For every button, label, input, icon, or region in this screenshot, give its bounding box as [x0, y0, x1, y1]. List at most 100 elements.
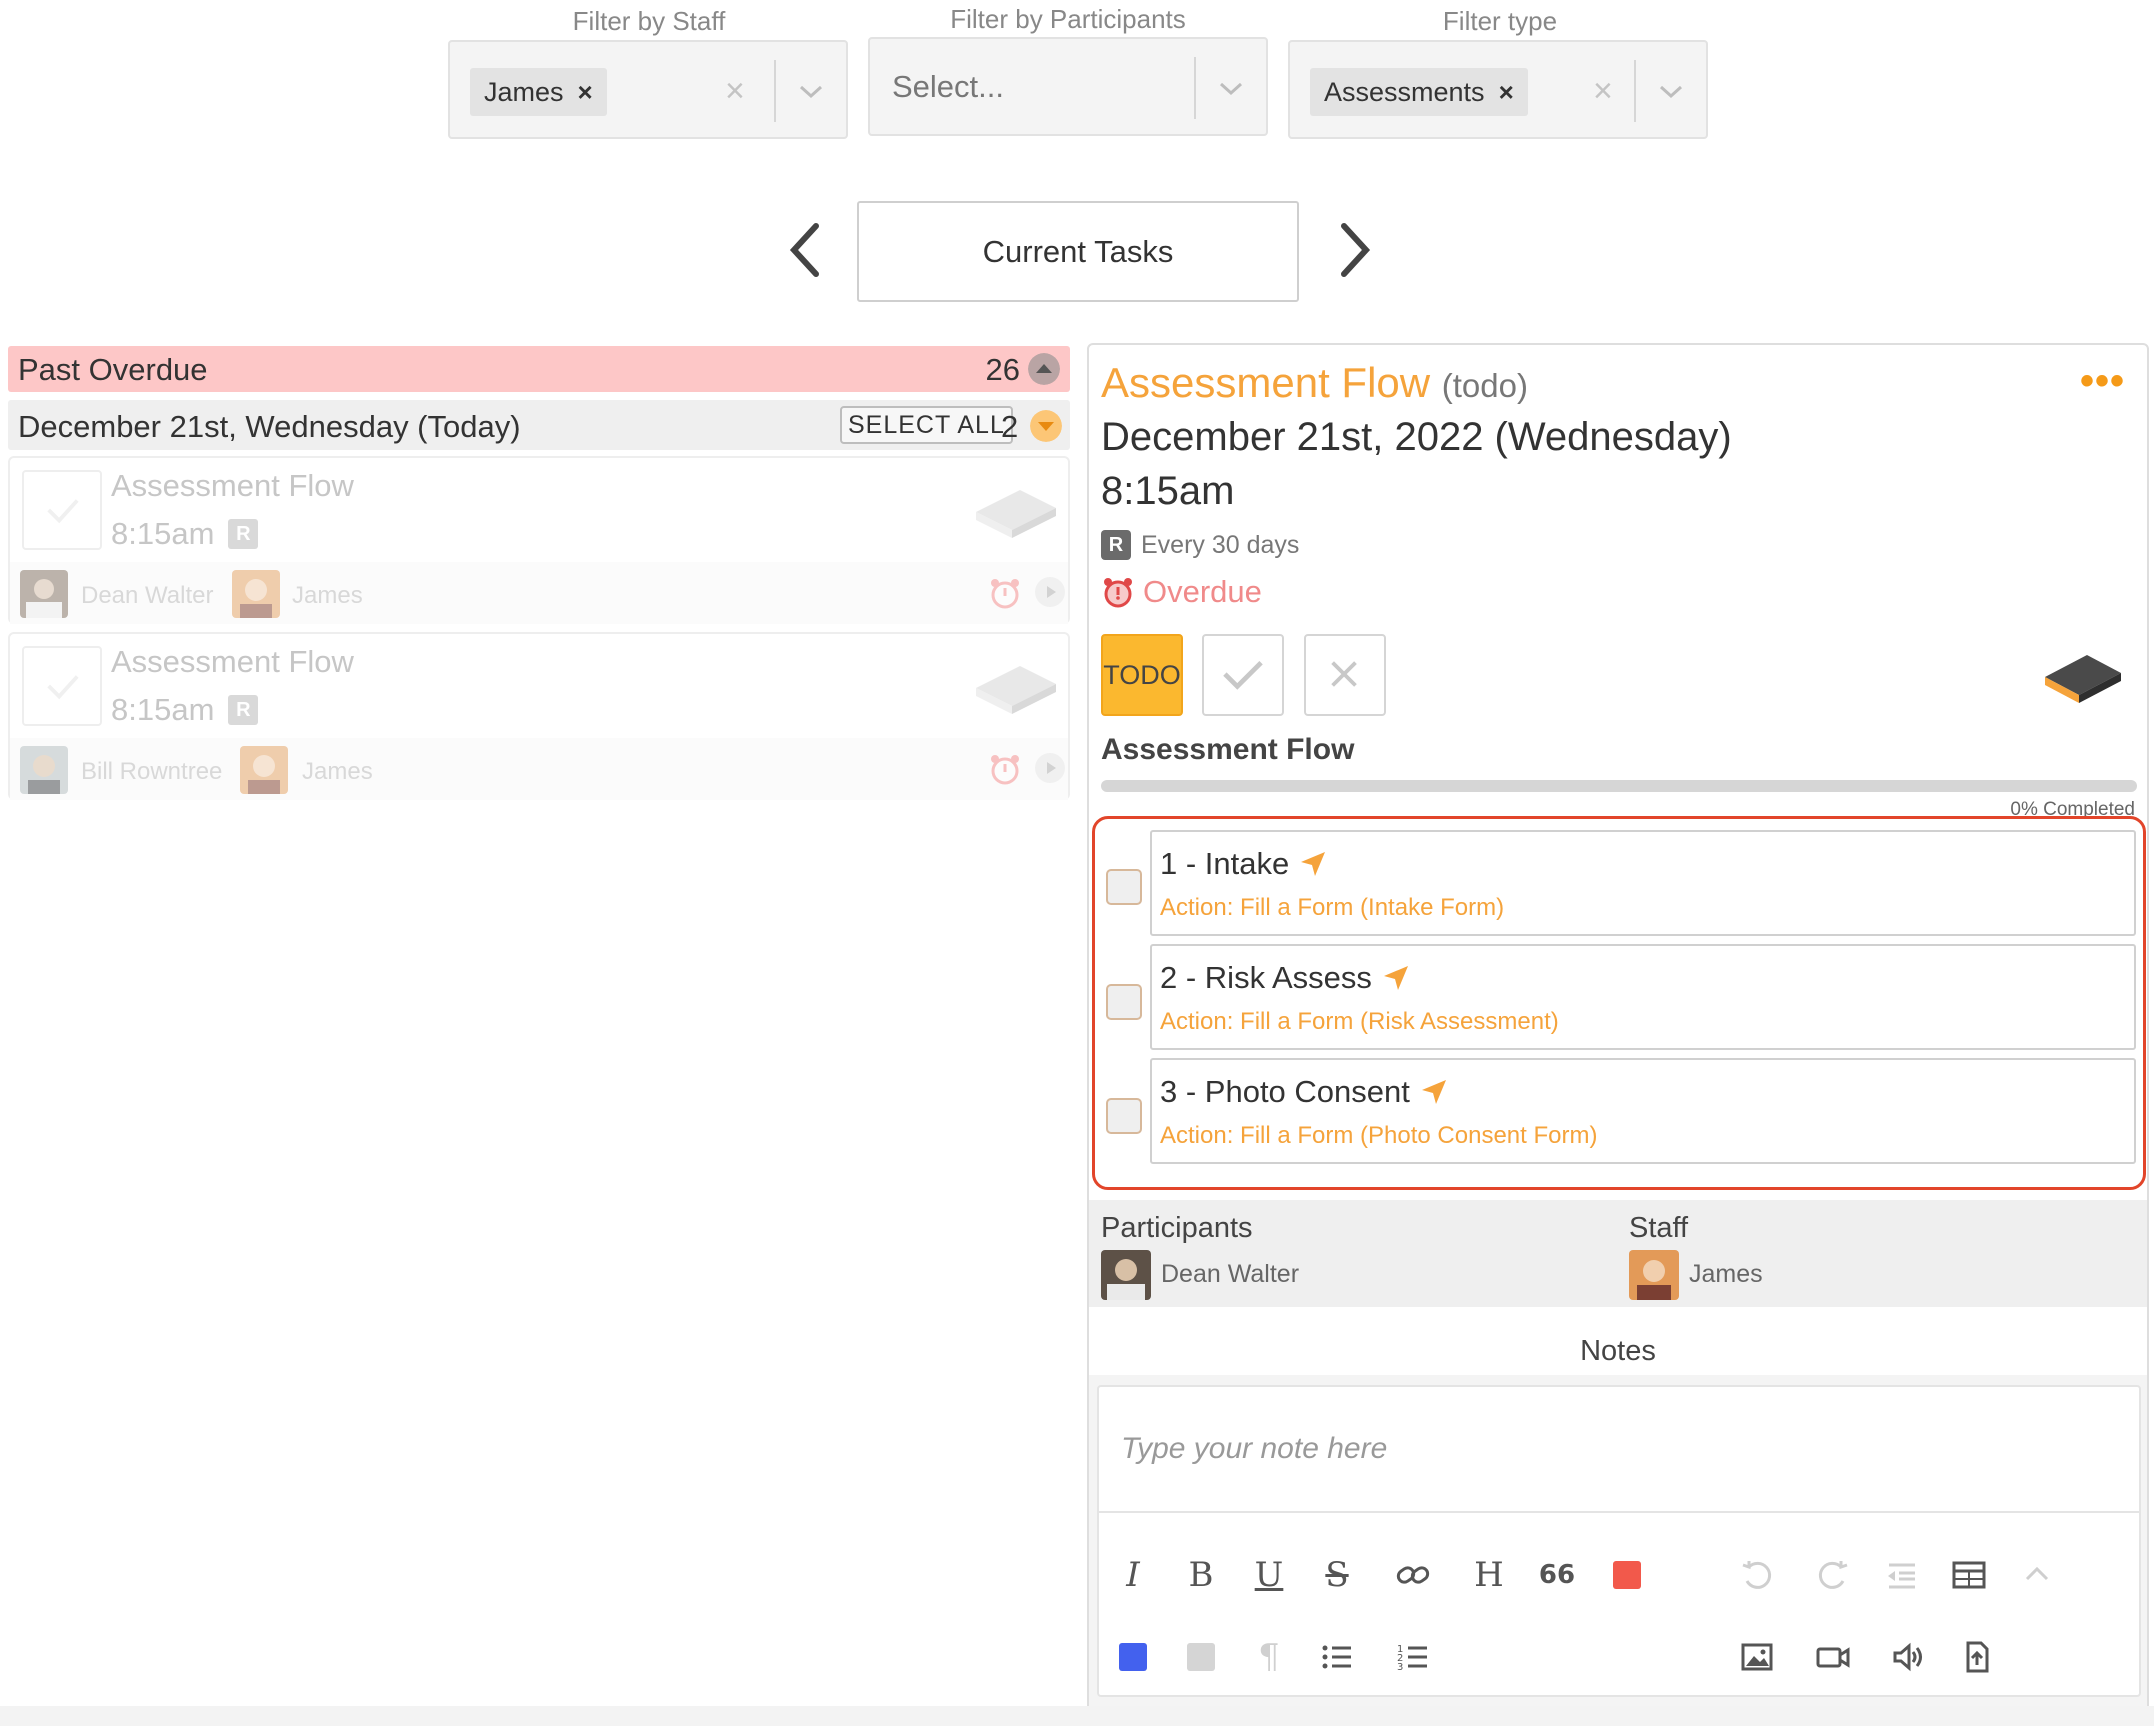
italic-icon[interactable]: I — [1109, 1551, 1157, 1599]
step-checkbox[interactable] — [1106, 1098, 1142, 1134]
staff-filter-label: Filter by Staff — [572, 6, 726, 36]
staff-filter[interactable]: James × × — [448, 40, 848, 139]
bold-icon[interactable]: B — [1177, 1551, 1225, 1599]
task-title: Assessment Flow — [111, 644, 354, 679]
type-clear-icon[interactable]: × — [1593, 72, 1613, 111]
stack-icon — [976, 666, 1056, 714]
current-tasks-button[interactable]: Current Tasks — [857, 201, 1299, 302]
task-check-box[interactable] — [22, 646, 102, 726]
repeat-badge: R — [1101, 530, 1131, 560]
avatar — [20, 746, 68, 794]
audio-icon[interactable] — [1885, 1633, 1933, 1681]
heading-icon[interactable]: H — [1465, 1551, 1513, 1599]
numbered-list-icon[interactable]: 123 — [1389, 1633, 1437, 1681]
navigation-arrow-icon — [1301, 852, 1326, 876]
task-time: 8:15am — [111, 516, 215, 551]
cancel-button[interactable] — [1304, 634, 1386, 716]
next-arrow-icon[interactable] — [1334, 220, 1374, 280]
paragraph-icon[interactable]: ¶ — [1245, 1633, 1293, 1681]
expand-down-icon[interactable] — [1030, 410, 1062, 442]
task-staff-name: James — [302, 758, 373, 785]
task-card[interactable]: Assessment Flow 8:15am R Dean Walter Jam… — [8, 456, 1070, 624]
table-icon[interactable] — [1945, 1551, 1993, 1599]
select-all-button[interactable]: SELECT ALL — [840, 406, 1013, 444]
past-overdue-header[interactable]: Past Overdue 26 — [8, 346, 1070, 392]
step-checkbox[interactable] — [1106, 869, 1142, 905]
text-color-gray-swatch[interactable] — [1177, 1633, 1225, 1681]
link-icon[interactable] — [1389, 1551, 1437, 1599]
upload-file-icon[interactable] — [1953, 1633, 2001, 1681]
play-icon[interactable] — [1034, 752, 1066, 784]
text-color-red-swatch[interactable] — [1603, 1551, 1651, 1599]
staff-heading: Staff — [1629, 1212, 1689, 1244]
bullet-list-icon[interactable] — [1313, 1633, 1361, 1681]
task-time: 8:15am — [111, 692, 215, 727]
navigation-arrow-icon — [1383, 966, 1408, 990]
task-staff-name: James — [292, 582, 363, 609]
overdue-row: Overdue — [1101, 574, 1262, 610]
step-action: Action: Fill a Form (Risk Assessment) — [1160, 1008, 1559, 1035]
flow-title: Assessment Flow — [1101, 733, 1355, 766]
type-chip-label: Assessments — [1324, 77, 1485, 107]
strikethrough-icon[interactable]: S — [1313, 1551, 1361, 1599]
play-icon[interactable] — [1034, 576, 1066, 608]
repeat-text: Every 30 days — [1141, 530, 1300, 559]
check-icon — [1223, 660, 1263, 690]
underline-icon[interactable]: U — [1245, 1551, 1293, 1599]
note-input[interactable] — [1099, 1387, 2139, 1513]
staff-chip-label: James — [484, 77, 564, 107]
staff-separator — [774, 60, 776, 122]
type-filter[interactable]: Assessments × × — [1288, 40, 1708, 139]
avatar — [240, 746, 288, 794]
video-icon[interactable] — [1809, 1633, 1857, 1681]
staff-chip[interactable]: James × — [470, 68, 607, 116]
todo-button[interactable]: TODO — [1101, 634, 1183, 716]
outdent-icon[interactable] — [1877, 1551, 1925, 1599]
staff-clear-icon[interactable]: × — [725, 72, 745, 111]
alarm-clock-icon — [991, 579, 1019, 609]
notes-heading: Notes — [1580, 1335, 1656, 1367]
staff-chip-remove-icon[interactable]: × — [578, 68, 593, 116]
repeat-badge: R — [228, 519, 259, 549]
quote-icon[interactable]: 66 — [1533, 1551, 1581, 1599]
notes-area: I B U S H 66 — [1089, 1375, 2147, 1726]
task-participant-name: Bill Rowntree — [81, 758, 223, 785]
type-filter-label: Filter type — [1442, 6, 1558, 36]
type-chip[interactable]: Assessments × — [1310, 68, 1528, 116]
check-icon — [47, 499, 79, 524]
task-participant-name: Dean Walter — [81, 582, 214, 609]
image-icon[interactable] — [1733, 1633, 1781, 1681]
type-chip-remove-icon[interactable]: × — [1499, 68, 1514, 116]
past-overdue-title: Past Overdue — [18, 352, 208, 387]
collapse-toolbar-icon[interactable] — [2013, 1551, 2061, 1599]
redo-icon[interactable] — [1809, 1551, 1857, 1599]
participants-chevron-down-icon[interactable] — [1216, 73, 1246, 103]
task-card[interactable]: Assessment Flow 8:15am R Bill Rowntree J… — [8, 632, 1070, 800]
staff-chevron-down-icon[interactable] — [796, 76, 826, 106]
past-overdue-count: 26 — [985, 352, 1020, 387]
complete-button[interactable] — [1202, 634, 1284, 716]
today-count: 2 — [1001, 409, 1019, 444]
prev-arrow-icon[interactable] — [786, 220, 826, 280]
step-checkbox[interactable] — [1106, 984, 1142, 1020]
people-section: Participants Dean Walter Staff James — [1089, 1200, 2147, 1307]
text-color-blue-swatch[interactable] — [1109, 1633, 1157, 1681]
today-header: December 21st, Wednesday (Today) SELECT … — [8, 400, 1070, 450]
more-options-icon[interactable]: ••• — [2080, 359, 2125, 404]
step-card[interactable]: 3 - Photo Consent Action: Fill a Form (P… — [1150, 1058, 2136, 1164]
participants-filter[interactable]: Select... — [868, 37, 1268, 136]
alarm-clock-icon — [1104, 578, 1132, 608]
repeat-badge: R — [228, 695, 259, 725]
type-chevron-down-icon[interactable] — [1656, 76, 1686, 106]
step-action: Action: Fill a Form (Photo Consent Form) — [1160, 1122, 1598, 1149]
close-icon — [1331, 661, 1357, 687]
navigation-arrow-icon — [1421, 1080, 1446, 1104]
undo-icon[interactable] — [1733, 1551, 1781, 1599]
type-separator — [1634, 60, 1636, 122]
step-card[interactable]: 2 - Risk Assess Action: Fill a Form (Ris… — [1150, 944, 2136, 1050]
task-check-box[interactable] — [22, 470, 102, 550]
step-card[interactable]: 1 - Intake Action: Fill a Form (Intake F… — [1150, 830, 2136, 936]
participants-filter-label: Filter by Participants — [950, 4, 1186, 34]
note-editor: I B U S H 66 — [1097, 1385, 2141, 1697]
collapse-up-icon[interactable] — [1028, 353, 1060, 385]
